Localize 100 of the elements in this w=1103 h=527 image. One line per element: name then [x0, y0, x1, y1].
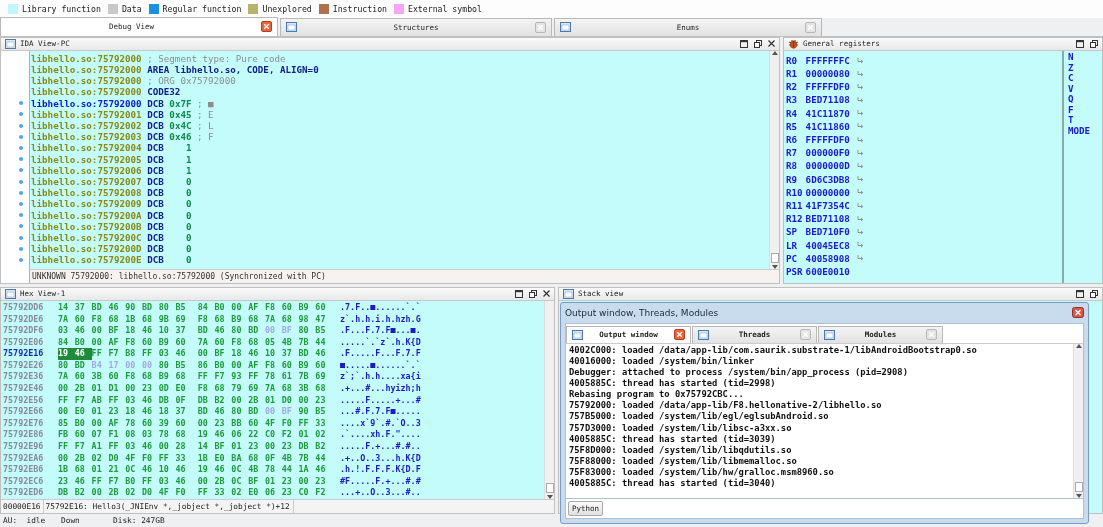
legend-label: Instruction — [332, 3, 387, 14]
code-line: libhello.so:7579200C DCB 0 — [31, 231, 192, 243]
register-value[interactable]: 000000F0 — [805, 146, 850, 160]
register-value[interactable]: FFFFFDF0 — [805, 80, 850, 94]
register-name: PC — [786, 251, 799, 265]
jump-arrow-icon[interactable] — [856, 97, 864, 104]
jump-arrow-icon[interactable] — [856, 83, 864, 90]
log-line: 40016000: loaded /system/bin/linker — [569, 356, 755, 366]
hex-ascii: .F.....F...F.7.F — [340, 348, 421, 360]
log-line: 75F83000: loaded /system/lib/hw/gralloc.msm8960.so — [569, 466, 834, 477]
log-line: 75792000: loaded /data/app-lib/F8.hellonative-2/libhello.so — [569, 400, 882, 411]
register-name: R3 — [786, 93, 799, 107]
hex-address: 75792DE6 — [3, 313, 45, 326]
register-value[interactable]: BED71108 — [805, 212, 850, 226]
code-line: libhello.so:75792002 DCB 0x4C ; L — [31, 120, 214, 132]
jump-arrow-icon[interactable] — [856, 255, 864, 262]
register-value[interactable]: FFFFFFFC — [805, 53, 850, 68]
register-value[interactable]: 41C11870 — [805, 106, 850, 120]
close-icon[interactable] — [543, 290, 550, 298]
flag-name: MODE — [1068, 125, 1091, 137]
scrollbar-thumb[interactable] — [770, 252, 779, 263]
register-value[interactable]: 40058908 — [805, 251, 850, 265]
jump-arrow-icon[interactable] — [856, 57, 864, 64]
legend-label: External symbol — [408, 3, 482, 14]
hex-ascii: #F.....F.+...#.# — [340, 475, 421, 488]
code-line: libhello.so:7579200D DCB 0 — [31, 243, 192, 255]
hex-address: 75792EA6 — [3, 452, 45, 465]
jump-arrow-icon[interactable] — [856, 70, 864, 77]
close-icon[interactable] — [674, 329, 685, 341]
log-line: 75F88000: loaded /system/lib/libmemalloc.so — [569, 455, 797, 466]
register-value[interactable]: 41F7354C — [805, 199, 850, 213]
flag-name: V — [1068, 82, 1074, 94]
scrollbar-thumb[interactable] — [545, 483, 554, 493]
hex-ascii: .+...#...hyizh;h — [340, 383, 421, 395]
register-value[interactable]: BED71108 — [805, 93, 850, 107]
register-value[interactable]: 0000000D — [805, 159, 850, 173]
close-icon[interactable] — [261, 21, 272, 33]
scrollbar[interactable] — [1073, 343, 1083, 498]
close-icon[interactable] — [1072, 307, 1084, 319]
scrollbar-thumb[interactable] — [1074, 481, 1083, 492]
jump-arrow-icon[interactable] — [856, 228, 864, 235]
hex-address: 75792DD6 — [3, 301, 45, 314]
legend-label: Library function — [22, 3, 101, 14]
maximize-icon[interactable] — [1076, 39, 1084, 48]
hex-ascii: z`.h.h.i.h.hzh.G — [340, 313, 421, 326]
hex-address: 75792EC6 — [3, 475, 45, 488]
hex-ascii: .....`.`z`.h.K{D — [340, 336, 421, 349]
restore-icon[interactable] — [1090, 39, 1098, 48]
legend-label: Regular function — [162, 3, 242, 14]
register-name: R4 — [786, 106, 799, 120]
restore-icon[interactable] — [754, 39, 762, 48]
window-title: Output window, Threads, Modules — [565, 307, 719, 318]
hex-address: 75792E26 — [3, 359, 45, 372]
register-value[interactable]: 40045EC8 — [805, 238, 850, 252]
jump-arrow-icon[interactable] — [856, 136, 864, 143]
close-icon[interactable] — [768, 40, 775, 48]
code-line: libhello.so:75792006 DCB 1 — [31, 164, 192, 176]
jump-arrow-icon[interactable] — [856, 110, 864, 117]
code-line: libhello.so:7579200E DCB 0 — [31, 254, 192, 266]
jump-arrow-icon[interactable] — [856, 242, 864, 249]
register-value[interactable]: 600E0010 — [805, 264, 850, 279]
restore-icon[interactable] — [529, 289, 537, 298]
code-line: libhello.so:75792003 DCB 0x46 ; F — [31, 131, 214, 143]
hex-address: 75792DF6 — [3, 325, 45, 337]
log-line: 757D3000: loaded /system/lib/libsc-a3xx.so — [569, 422, 792, 433]
jump-arrow-icon[interactable] — [856, 176, 864, 183]
hex-ascii: ...+..O..3...#.. — [340, 487, 421, 499]
jump-arrow-icon[interactable] — [856, 123, 864, 130]
hex-bytes[interactable]: 19 46 — [58, 348, 92, 360]
maximize-icon[interactable] — [515, 289, 523, 298]
legend-label: Unexplored — [262, 3, 312, 14]
hex-ascii: .7.F..■......`.` — [340, 301, 421, 314]
tab-icon — [824, 329, 835, 340]
register-name: R7 — [786, 146, 799, 160]
code-line: libhello.so:75792000 CODE32 — [31, 86, 181, 98]
register-value[interactable]: BED710F0 — [805, 225, 850, 239]
maximize-icon[interactable] — [1076, 289, 1084, 298]
hex-address: 75792E06 — [3, 336, 45, 349]
register-value[interactable]: 00000000 — [805, 185, 850, 199]
register-value[interactable]: 41C11860 — [805, 119, 850, 134]
restore-icon[interactable] — [1090, 289, 1098, 298]
register-value[interactable]: 6D6C3DB8 — [805, 172, 850, 186]
scrollbar[interactable] — [544, 300, 554, 499]
jump-arrow-icon[interactable] — [856, 202, 864, 209]
hex-ascii: .h.!.F.F.F.K{D.F — [340, 464, 421, 476]
register-value[interactable]: FFFFFDF0 — [805, 133, 850, 147]
jump-arrow-icon[interactable] — [856, 189, 864, 196]
hex-address: 75792E96 — [3, 441, 45, 453]
jump-arrow-icon[interactable] — [856, 163, 864, 169]
jump-arrow-icon[interactable] — [856, 215, 864, 222]
hex-ascii: .`....xh.F.".... — [340, 429, 421, 442]
tab-icon — [698, 329, 709, 340]
hex-address: 75792E66 — [3, 406, 45, 418]
flag-name: C — [1068, 72, 1074, 84]
maximize-icon[interactable] — [740, 39, 748, 48]
scrollbar[interactable] — [769, 50, 779, 269]
register-value[interactable]: 00000080 — [805, 67, 850, 81]
register-name: PSR — [786, 264, 803, 279]
register-name: R12 — [786, 212, 803, 226]
jump-arrow-icon[interactable] — [856, 149, 864, 156]
